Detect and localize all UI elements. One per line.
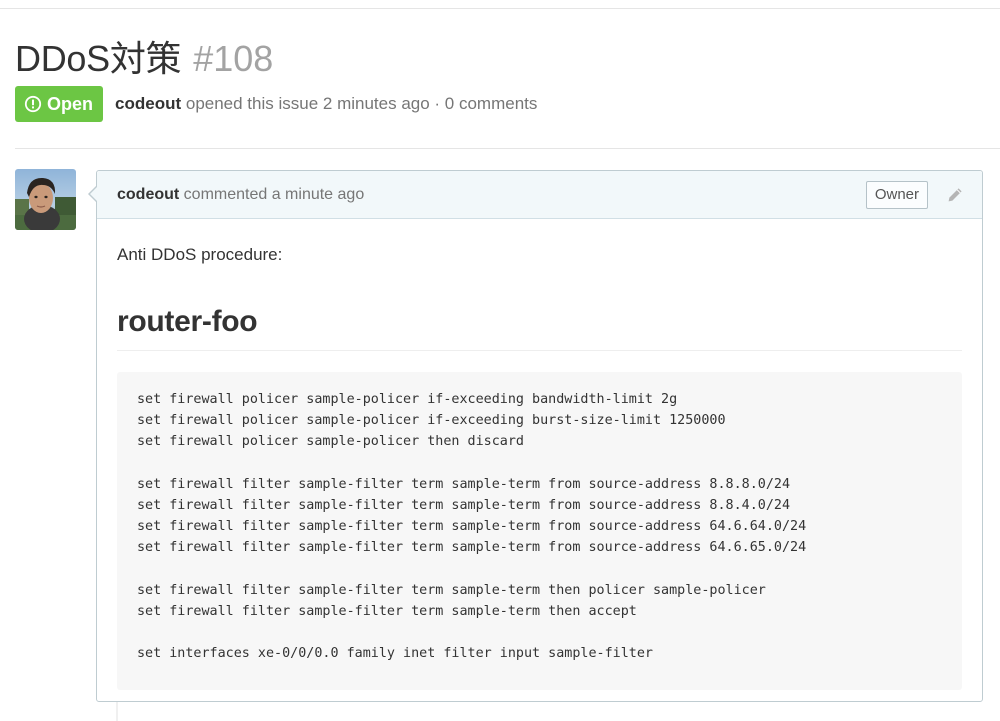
owner-badge: Owner	[865, 180, 928, 209]
comment: codeout commented a minute ago Owner Ant…	[88, 170, 983, 702]
timeline-line	[116, 702, 118, 721]
comment-header: codeout commented a minute ago Owner	[97, 171, 982, 219]
code-line: set firewall filter sample-filter term s…	[137, 582, 766, 598]
code-line: set firewall policer sample-policer if-e…	[137, 413, 726, 429]
comment-header-text: codeout commented a minute ago	[117, 186, 866, 204]
issue-opened-icon	[24, 95, 42, 113]
code-block: set firewall policer sample-policer if-e…	[117, 372, 962, 690]
header-divider	[15, 148, 1000, 149]
issue-meta: Open codeout opened this issue 2 minutes…	[15, 86, 537, 122]
code-line: set firewall policer sample-policer then…	[137, 434, 524, 450]
issue-title-row: DDoS対策 #108	[15, 30, 1000, 80]
code-line: set firewall filter sample-filter term s…	[137, 519, 807, 535]
pencil-icon[interactable]	[946, 186, 964, 204]
code-line: set firewall filter sample-filter term s…	[137, 603, 637, 619]
comment-intro: Anti DDoS procedure:	[117, 245, 283, 264]
issue-state-badge: Open	[15, 86, 104, 122]
comment-heading: router-foo	[117, 304, 962, 351]
code-line: set firewall filter sample-filter term s…	[137, 476, 791, 492]
issue-meta-description: opened this issue 2 minutes ago · 0 comm…	[185, 94, 538, 113]
issue-number: #108	[193, 38, 274, 79]
code-line: set firewall policer sample-policer if-e…	[137, 392, 678, 407]
comment-body: Anti DDoS procedure: router-foo set fire…	[97, 244, 982, 690]
issue-header: DDoS対策 #108 Open codeout opened this iss…	[15, 30, 1000, 122]
issue-meta-text: codeout opened this issue 2 minutes ago …	[115, 94, 537, 114]
comment-author-link[interactable]: codeout	[117, 186, 179, 203]
comment-timestamp[interactable]: commented a minute ago	[184, 186, 365, 203]
issue-state-label: Open	[47, 93, 94, 114]
top-divider	[0, 8, 1000, 9]
avatar-photo	[15, 169, 76, 230]
code-line: set interfaces xe-0/0/0.0 family inet fi…	[137, 646, 653, 662]
code-line: set firewall filter sample-filter term s…	[137, 540, 807, 556]
issue-title: DDoS対策	[15, 38, 182, 79]
avatar[interactable]	[15, 169, 76, 230]
code-line: set firewall filter sample-filter term s…	[137, 497, 791, 513]
comment-arrow-fill	[90, 186, 98, 202]
issue-author-link[interactable]: codeout	[115, 94, 181, 113]
